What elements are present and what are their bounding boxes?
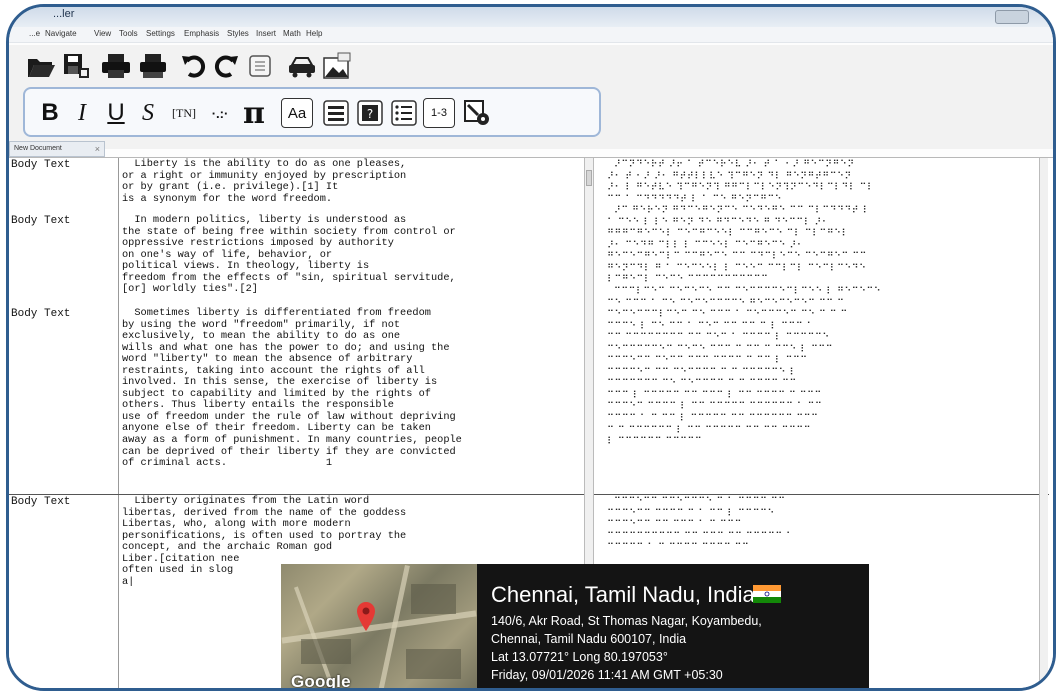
open-folder-icon[interactable] <box>25 51 57 81</box>
toolbar: B I U S [TN] ·.:· π Aa ? 1-3 <box>9 45 1053 149</box>
location-pin-icon <box>357 602 375 631</box>
style-label[interactable]: Body Text <box>11 308 70 320</box>
braille-dots-button[interactable]: ·.:· <box>205 97 235 129</box>
title-bar: ...ler <box>9 7 1053 27</box>
help-box-icon[interactable]: ? <box>355 97 385 129</box>
style-column: Body Text Body Text Body Text Body Text <box>9 158 119 688</box>
script-button[interactable]: S <box>135 97 161 129</box>
geotag-overlay: Google Chennai, Tamil Nadu, India 140/6,… <box>281 564 869 691</box>
geotag-address-line1: 140/6, Akr Road, St Thomas Nagar, Koyamb… <box>491 614 762 628</box>
transcriber-note-button[interactable]: [TN] <box>165 97 203 129</box>
braille-scrollbar[interactable] <box>1039 158 1048 688</box>
close-tab-icon[interactable]: × <box>95 144 100 154</box>
menu-math[interactable]: Math <box>283 29 301 38</box>
geotag-city: Chennai, Tamil Nadu, India <box>491 582 755 607</box>
format-toolbar: B I U S [TN] ·.:· π Aa ? 1-3 <box>23 87 601 137</box>
paragraph-style-icon[interactable] <box>321 97 351 129</box>
menu-bar: ...e Navigate View Tools Settings Emphas… <box>9 27 1053 43</box>
text-style-button[interactable]: Aa <box>281 98 313 128</box>
braille-text[interactable]: ⠉⠉⠉⠇⠉⠑⠉ ⠉⠑⠉⠑⠉⠑ ⠉⠉ ⠉⠑⠉⠉⠉⠉⠑⠉⠇⠉⠑⠑ ⠇ ⠛⠑⠉⠑⠉⠑ … <box>607 286 1039 448</box>
menu-tools[interactable]: Tools <box>119 29 138 38</box>
menu-styles[interactable]: Styles <box>227 29 249 38</box>
image-icon[interactable] <box>321 51 353 81</box>
geotag-datetime: Friday, 09/01/2026 11:41 AM GMT +05:30 <box>491 668 723 682</box>
menu-insert[interactable]: Insert <box>256 29 276 38</box>
menu-view[interactable]: View <box>94 29 111 38</box>
print-icon[interactable] <box>99 51 133 81</box>
braille-text[interactable]: ⠜⠉ ⠛⠑⠗⠑⠝ ⠛⠙⠉⠑⠛⠑⠝⠉⠑ ⠉⠑⠙⠑⠛⠑ ⠉⠉ ⠉⠇⠉⠙⠙⠙⠞ ⠇ ⠁… <box>607 205 1039 286</box>
menu-emphasis[interactable]: Emphasis <box>184 29 219 38</box>
menu-navigate[interactable]: Navigate <box>45 29 77 38</box>
svg-text:?: ? <box>367 107 373 121</box>
india-flag-icon <box>753 585 781 603</box>
paragraph-text[interactable]: In modern politics, liberty is understoo… <box>122 214 580 296</box>
geotag-address-line2: Chennai, Tamil Nadu 600107, India <box>491 632 687 646</box>
style-label[interactable]: Body Text <box>11 496 70 508</box>
scrollbar-thumb[interactable] <box>586 170 592 186</box>
tab-new-document[interactable]: New Document × <box>9 141 105 157</box>
redo-icon[interactable] <box>211 51 241 81</box>
window-close-button[interactable] <box>995 10 1029 24</box>
style-label[interactable]: Body Text <box>11 215 70 227</box>
tab-label: New Document <box>14 145 62 152</box>
italic-button[interactable]: I <box>69 97 95 129</box>
braille-text[interactable]: ⠉⠉⠉⠑⠉⠉ ⠉⠉⠑⠉⠉⠉⠑ ⠉ ⠁ ⠉⠉⠉⠉ ⠉⠉ ⠉⠉⠉⠑⠉⠉ ⠉⠉⠉⠉ ⠉… <box>607 496 1039 554</box>
geotag-coordinates: Lat 13.07721° Long 80.197053° <box>491 650 668 664</box>
undo-icon[interactable] <box>179 51 209 81</box>
settings-edit-icon[interactable] <box>461 97 495 129</box>
math-pi-button[interactable]: π <box>237 96 271 131</box>
bold-button[interactable]: B <box>37 97 63 129</box>
menu-file[interactable]: ...e <box>29 29 40 38</box>
menu-settings[interactable]: Settings <box>146 29 175 38</box>
style-label[interactable]: Body Text <box>11 159 70 171</box>
list-bullets-icon[interactable] <box>389 97 419 129</box>
save-as-icon[interactable] <box>61 51 93 81</box>
numbered-list-button[interactable]: 1-3 <box>423 98 455 128</box>
underline-button[interactable]: U <box>103 97 129 129</box>
car-icon[interactable] <box>285 51 319 81</box>
paragraph-text[interactable]: Sometimes liberty is differentiated from… <box>122 307 580 470</box>
window-title: ...ler <box>53 8 75 20</box>
menu-help[interactable]: Help <box>306 29 322 38</box>
braille-text[interactable]: ⠜⠉⠝⠙⠑⠗⠞ ⠜⠖ ⠁ ⠞⠉⠑⠗⠑⠧ ⠜⠂ ⠞ ⠁ ⠂⠜ ⠛⠑⠉⠝⠛⠑⠝ ⠜⠂… <box>607 159 1039 205</box>
photo-frame: ...ler ...e Navigate View Tools Settings… <box>6 4 1056 691</box>
google-logo: Google <box>291 672 351 691</box>
paragraph-text[interactable]: Liberty is the ability to do as one plea… <box>122 158 580 205</box>
satellite-map: Google <box>281 564 477 691</box>
embosser-icon[interactable] <box>245 51 275 81</box>
print-braille-icon[interactable] <box>137 51 169 81</box>
